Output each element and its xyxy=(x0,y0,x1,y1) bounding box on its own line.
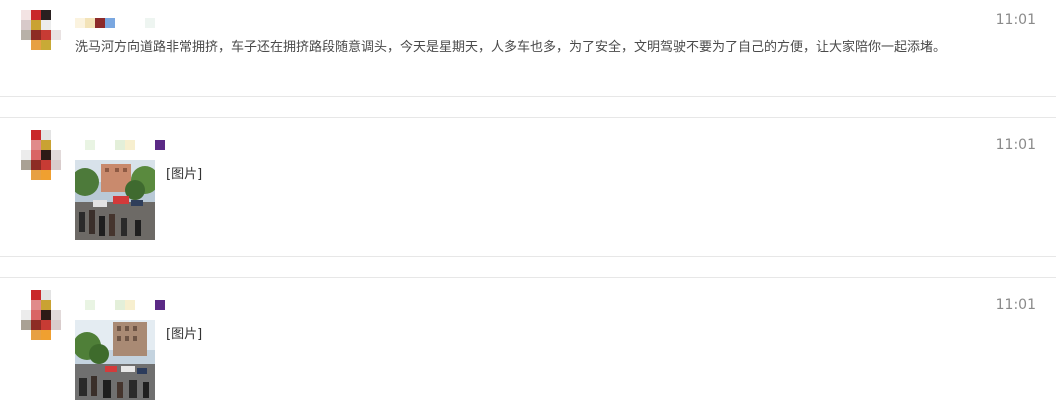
photo-thumbnail[interactable] xyxy=(75,160,155,240)
street-photo-icon xyxy=(75,160,155,240)
masked-nickname xyxy=(75,300,165,310)
divider xyxy=(0,256,1056,257)
message-item-2: 11:01 [图片] xyxy=(0,118,1056,256)
masked-nickname xyxy=(75,140,165,150)
street-photo-icon xyxy=(75,320,155,400)
image-label: [图片] xyxy=(166,327,203,342)
masked-nickname xyxy=(75,18,155,28)
avatar[interactable] xyxy=(21,290,61,340)
avatar[interactable] xyxy=(21,130,61,180)
avatar[interactable] xyxy=(21,10,61,60)
photo-thumbnail[interactable] xyxy=(75,320,155,400)
message-time: 11:01 xyxy=(995,297,1036,313)
message-text: 洗马河方向道路非常拥挤，车子还在拥挤路段随意调头，今天是星期天，人多车也多，为了… xyxy=(75,40,947,55)
image-label: [图片] xyxy=(166,167,203,182)
divider xyxy=(0,96,1056,97)
message-time: 11:01 xyxy=(995,137,1036,153)
message-item-3: 11:01 [图片] xyxy=(0,278,1056,409)
message-item-1: 11:01 洗马河方向道路非常拥挤，车子还在拥挤路段随意调头，今天是星期天，人多… xyxy=(0,0,1056,96)
message-time: 11:01 xyxy=(995,12,1036,28)
